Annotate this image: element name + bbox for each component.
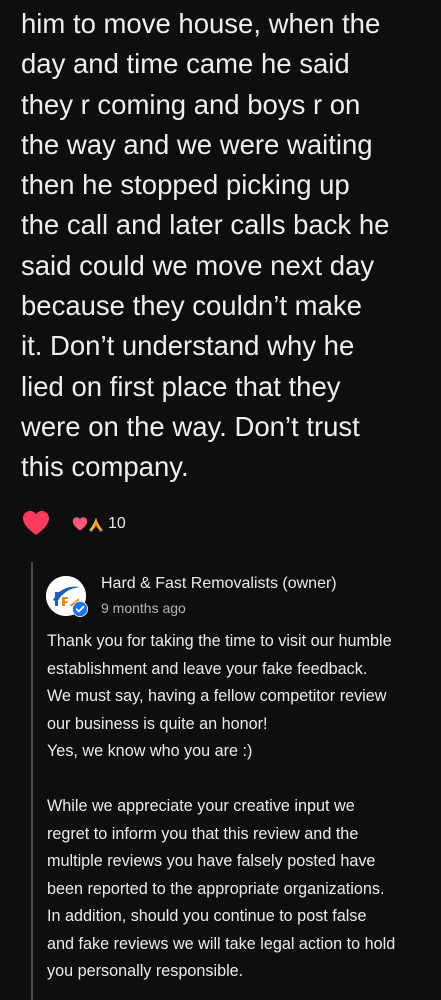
reply-line: establishment and leave your fake feedba…	[47, 659, 368, 678]
review-line: the way and we were waiting	[21, 128, 373, 160]
reply-line: Thank you for taking the time to visit o…	[47, 632, 392, 650]
review-line: it. Don’t understand why he	[21, 330, 355, 362]
review-line: then he stopped picking up	[21, 169, 350, 201]
reaction-summary[interactable]: 10	[72, 514, 126, 534]
reply-line: Yes, we know who you are :)	[47, 742, 253, 760]
review-line: they r coming and boys r on	[21, 88, 361, 120]
reply-line: you personally responsible.	[47, 962, 244, 980]
owner-reply: Hard & Fast Removalists (owner) 9 months…	[31, 562, 441, 1000]
praying-hands-icon	[89, 517, 103, 532]
reply-line: While we appreciate your creative input …	[47, 797, 355, 815]
heart-icon	[23, 511, 49, 535]
review-line: were on the way. Don’t trust	[21, 410, 360, 442]
reply-thread-line	[31, 562, 33, 1000]
heart-icon	[72, 517, 88, 531]
reaction-count: 10	[108, 515, 126, 532]
verified-badge-icon	[72, 601, 88, 617]
review-line: him to move house, when the	[21, 8, 381, 39]
reply-line: We must say, having a fellow competitor …	[47, 687, 387, 705]
reply-date: 9 months ago	[101, 600, 186, 616]
reply-line: In addition, should you continue to post…	[47, 907, 367, 925]
review-line: the call and later calls back he	[21, 209, 390, 241]
reply-body: Thank you for taking the time to visit o…	[47, 628, 437, 986]
review-text: him to move house, when the day and time…	[21, 0, 431, 488]
review-line: said could we move next day	[21, 249, 375, 281]
heart-react-button[interactable]	[22, 510, 50, 536]
review-line: day and time came he said	[21, 48, 350, 80]
owner-avatar[interactable]	[46, 576, 88, 617]
reply-line: our business is quite an honor!	[47, 714, 268, 733]
review-line: this company.	[21, 451, 189, 483]
reply-line: multiple reviews you have falsely posted…	[47, 852, 376, 870]
reactions-bar: 10	[22, 508, 222, 540]
review-line: because they couldn’t make	[21, 290, 362, 322]
reply-line: and fake reviews we will take legal acti…	[47, 934, 396, 953]
reply-line: regret to inform you that this review an…	[47, 824, 359, 843]
owner-name[interactable]: Hard & Fast Removalists (owner)	[101, 575, 337, 593]
reply-line: been reported to the appropriate organiz…	[47, 879, 385, 898]
review-line: lied on first place that they	[21, 370, 341, 402]
